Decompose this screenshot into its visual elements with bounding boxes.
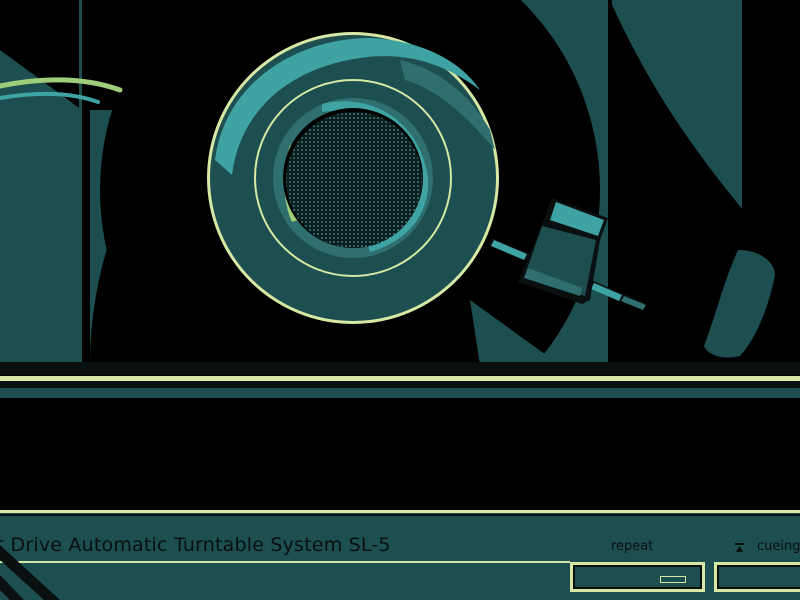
cueing-button[interactable]: [714, 562, 800, 592]
repeat-label: repeat: [611, 539, 654, 554]
cueing-label: cueing: [757, 539, 800, 554]
turntable-illustration: ct Drive Automatic Turntable System SL-5…: [0, 0, 800, 600]
repeat-indicator-led: [660, 576, 686, 583]
rails: [0, 362, 800, 510]
model-name-text: ct Drive Automatic Turntable System SL-5: [0, 534, 391, 556]
counterweight: [207, 32, 499, 324]
turntable-artwork: [0, 0, 800, 600]
mesh-grille: [286, 112, 422, 248]
repeat-button[interactable]: [570, 562, 705, 592]
lift-arrow-icon: [735, 543, 744, 552]
